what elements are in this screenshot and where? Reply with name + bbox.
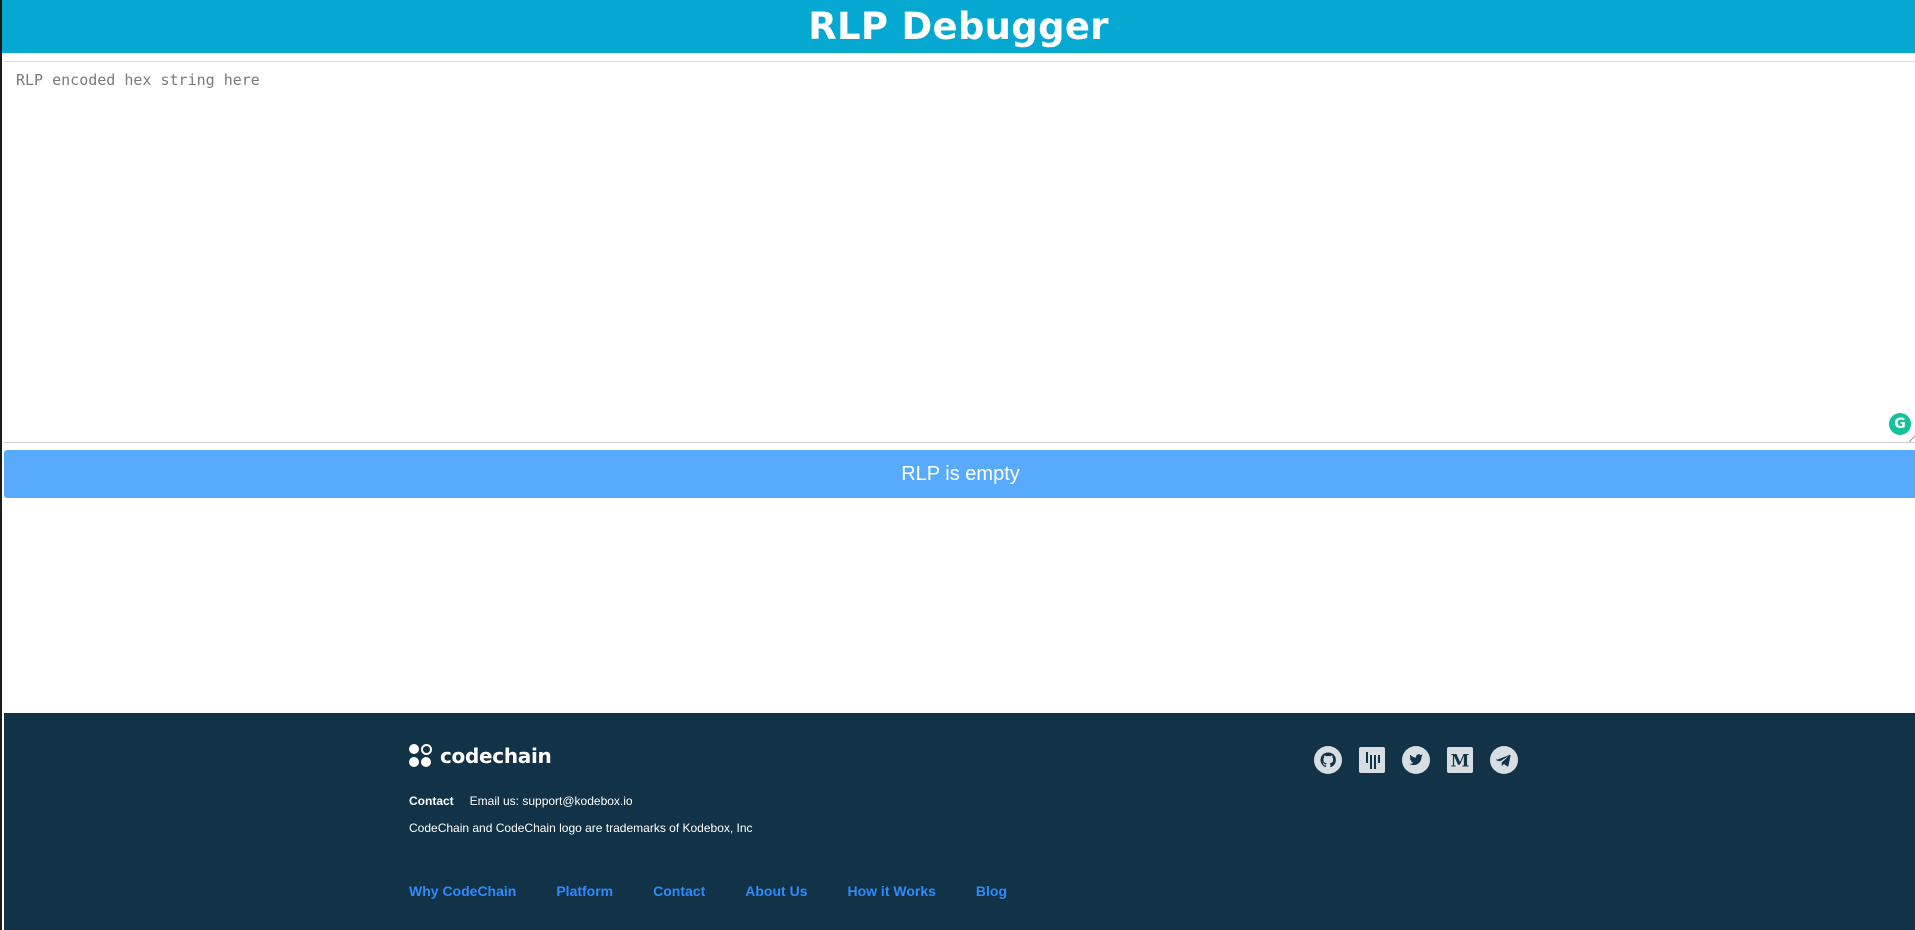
medium-icon[interactable]: M — [1446, 746, 1474, 774]
footer-link-about-us[interactable]: About Us — [745, 883, 807, 899]
contact-email[interactable]: Email us: support@kodebox.io — [470, 794, 633, 808]
codechain-logo[interactable]: codechain — [409, 744, 552, 768]
contact-label: Contact — [409, 794, 454, 808]
site-footer: codechain Contact Email us: support@kode… — [4, 713, 1915, 930]
page-title: RLP Debugger — [808, 5, 1109, 48]
resize-handle[interactable] — [1909, 434, 1915, 442]
status-text: RLP is empty — [901, 462, 1020, 485]
github-icon[interactable] — [1314, 746, 1342, 774]
trademark-text: CodeChain and CodeChain logo are tradema… — [409, 821, 753, 835]
page: RLP Debugger G RLP is empty codechain Co… — [0, 0, 1915, 930]
footer-link-how-it-works[interactable]: How it Works — [847, 883, 935, 899]
footer-link-why-codechain[interactable]: Why CodeChain — [409, 883, 516, 899]
footer-nav: Why CodeChain Platform Contact About Us … — [409, 883, 1007, 899]
gitter-icon[interactable] — [1358, 746, 1386, 774]
rlp-status-banner: RLP is empty — [4, 450, 1915, 498]
app-header: RLP Debugger — [2, 0, 1915, 53]
svg-text:M: M — [1451, 752, 1470, 772]
footer-link-blog[interactable]: Blog — [976, 883, 1007, 899]
logo-text: codechain — [440, 744, 552, 768]
rlp-input[interactable] — [4, 62, 1915, 442]
rlp-editor-container: G — [4, 61, 1915, 443]
twitter-icon[interactable] — [1402, 746, 1430, 774]
grammarly-icon[interactable]: G — [1889, 413, 1911, 435]
codechain-logo-icon — [409, 744, 433, 768]
footer-link-platform[interactable]: Platform — [556, 883, 613, 899]
contact-line: Contact Email us: support@kodebox.io — [409, 794, 633, 808]
telegram-icon[interactable] — [1490, 746, 1518, 774]
footer-link-contact[interactable]: Contact — [653, 883, 705, 899]
social-links: M — [1314, 746, 1518, 774]
